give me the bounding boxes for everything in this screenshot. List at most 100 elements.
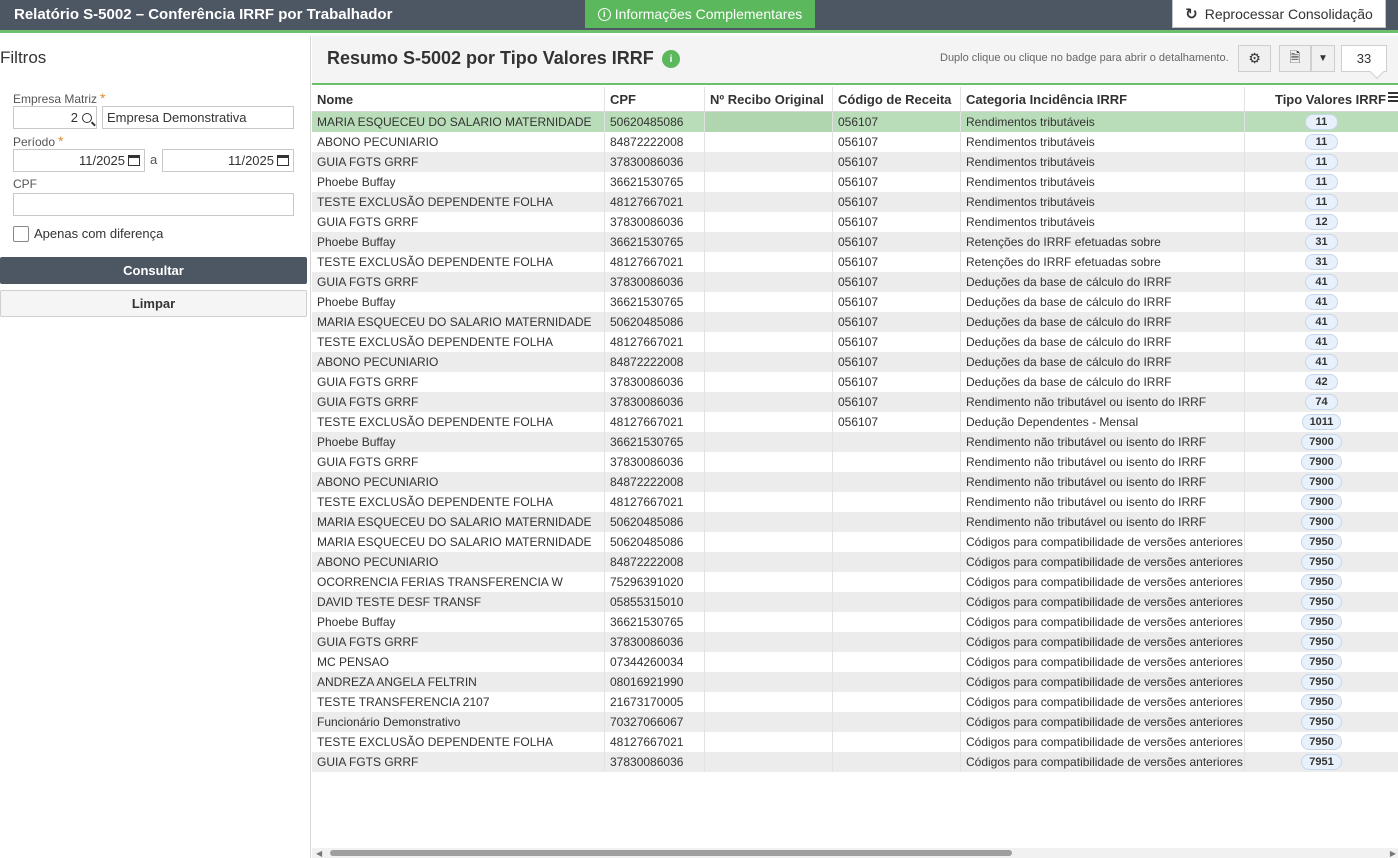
table-row[interactable]: Phoebe Buffay 36621530765 056107 Retenções … (312, 232, 1398, 252)
cell-nome: GUIA FGTS GRRF (312, 152, 605, 172)
table-row[interactable]: TESTE EXCLUSÃO DEPENDENTE FOLHA 481276670… (312, 252, 1398, 272)
col-header-cpf[interactable]: CPF (605, 87, 705, 111)
tipo-badge[interactable]: 7900 (1301, 454, 1342, 470)
tipo-badge[interactable]: 7950 (1301, 654, 1342, 670)
table-row[interactable]: OCORRENCIA FERIAS TRANSFERENCIA W 7529639… (312, 572, 1398, 592)
tipo-badge[interactable]: 41 (1305, 314, 1338, 330)
consult-button[interactable]: Consultar (0, 257, 307, 284)
tipo-badge[interactable]: 42 (1305, 374, 1338, 390)
scroll-left-icon[interactable]: ◀ (316, 849, 322, 858)
table-row[interactable]: GUIA FGTS GRRF 37830086036 056107 Rendiment… (312, 152, 1398, 172)
tipo-badge[interactable]: 7950 (1301, 674, 1342, 690)
tipo-badge[interactable]: 41 (1305, 334, 1338, 350)
col-header-nome[interactable]: Nome (312, 87, 605, 111)
table-row[interactable]: MARIA ESQUECEU DO SALARIO MATERNIDADE 506… (312, 512, 1398, 532)
tipo-badge[interactable]: 7950 (1301, 594, 1342, 610)
table-row[interactable]: MC PENSAO 07344260034 Códigos para compati… (312, 652, 1398, 672)
tipo-badge[interactable]: 7951 (1301, 754, 1342, 770)
periodo-from-input[interactable]: 11/2025 (13, 149, 145, 172)
scrollbar-thumb[interactable] (330, 850, 1012, 856)
tipo-badge[interactable]: 7950 (1301, 534, 1342, 550)
calendar-icon[interactable] (277, 155, 289, 166)
tipo-badge[interactable]: 41 (1305, 294, 1338, 310)
col-header-categoria[interactable]: Categoria Incidência IRRF (961, 87, 1245, 111)
table-row[interactable]: TESTE EXCLUSÃO DEPENDENTE FOLHA 481276670… (312, 332, 1398, 352)
table-row[interactable]: ANDREZA ANGELA FELTRIN 08016921990 Códigos… (312, 672, 1398, 692)
cell-cpf: 48127667021 (605, 332, 705, 352)
tipo-badge[interactable]: 11 (1305, 174, 1338, 190)
table-row[interactable]: GUIA FGTS GRRF 37830086036 056107 Rendiment… (312, 212, 1398, 232)
table-row[interactable]: TESTE EXCLUSÃO DEPENDENTE FOLHA 481276670… (312, 732, 1398, 752)
table-row[interactable]: Phoebe Buffay 36621530765 Códigos para com… (312, 612, 1398, 632)
tipo-badge[interactable]: 74 (1305, 394, 1338, 410)
tipo-badge[interactable]: 41 (1305, 354, 1338, 370)
calendar-icon[interactable] (128, 155, 140, 166)
tipo-badge[interactable]: 11 (1305, 194, 1338, 210)
tipo-badge[interactable]: 31 (1305, 254, 1338, 270)
only-diff-checkbox[interactable] (13, 226, 29, 242)
tipo-badge[interactable]: 7900 (1301, 514, 1342, 530)
table-row[interactable]: TESTE EXCLUSÃO DEPENDENTE FOLHA 481276670… (312, 192, 1398, 212)
cell-nome: TESTE EXCLUSÃO DEPENDENTE FOLHA (312, 412, 605, 432)
table-row[interactable]: ABONO PECUNIARIO 84872222008 056107 Rendime… (312, 132, 1398, 152)
tipo-badge[interactable]: 31 (1305, 234, 1338, 250)
cpf-input[interactable] (13, 193, 294, 216)
table-row[interactable]: TESTE EXCLUSÃO DEPENDENTE FOLHA 481276670… (312, 492, 1398, 512)
table-row[interactable]: MARIA ESQUECEU DO SALARIO MATERNIDADE 506… (312, 112, 1398, 132)
clear-button[interactable]: Limpar (0, 290, 307, 317)
table-row[interactable]: GUIA FGTS GRRF 37830086036 056107 Rendiment… (312, 392, 1398, 412)
tipo-badge[interactable]: 7950 (1301, 634, 1342, 650)
table-row[interactable]: GUIA FGTS GRRF 37830086036 Códigos para co… (312, 632, 1398, 652)
hamburger-menu-icon[interactable] (1388, 92, 1398, 104)
table-row[interactable]: TESTE EXCLUSÃO DEPENDENTE FOLHA 481276670… (312, 412, 1398, 432)
tipo-badge[interactable]: 11 (1305, 114, 1338, 130)
info-complementares-button[interactable]: i Informações Complementares (585, 0, 815, 28)
tipo-badge[interactable]: 41 (1305, 274, 1338, 290)
export-dropdown-button[interactable]: ▼ (1311, 45, 1335, 72)
export-button[interactable]: 🗎 (1279, 45, 1311, 72)
tipo-badge[interactable]: 7950 (1301, 554, 1342, 570)
periodo-to-input[interactable]: 11/2025 (162, 149, 294, 172)
table-row[interactable]: DAVID TESTE DESF TRANSF 05855315010 Código… (312, 592, 1398, 612)
tipo-badge[interactable]: 7950 (1301, 734, 1342, 750)
tipo-badge[interactable]: 7900 (1301, 474, 1342, 490)
table-row[interactable]: Phoebe Buffay 36621530765 Rendimento não t… (312, 432, 1398, 452)
table-row[interactable]: ABONO PECUNIARIO 84872222008 Rendimento nã… (312, 472, 1398, 492)
col-header-tipo[interactable]: Tipo Valores IRRF (1245, 87, 1398, 111)
table-row[interactable]: MARIA ESQUECEU DO SALARIO MATERNIDADE 506… (312, 532, 1398, 552)
cell-tipo: 41 (1245, 352, 1398, 372)
tipo-badge[interactable]: 1011 (1301, 414, 1342, 430)
settings-button[interactable]: ⚙ (1238, 45, 1271, 72)
table-row[interactable]: Funcionário Demonstrativo 70327066067 Códi… (312, 712, 1398, 732)
col-header-recibo[interactable]: Nº Recibo Original (705, 87, 833, 111)
tipo-badge[interactable]: 7900 (1301, 494, 1342, 510)
table-row[interactable]: MARIA ESQUECEU DO SALARIO MATERNIDADE 506… (312, 312, 1398, 332)
only-diff-label: Apenas com diferença (34, 226, 164, 241)
col-header-codigo[interactable]: Código de Receita (833, 87, 961, 111)
horizontal-scrollbar[interactable]: ◀ ▶ (312, 848, 1398, 858)
cell-cpf: 84872222008 (605, 352, 705, 372)
tipo-badge[interactable]: 7950 (1301, 694, 1342, 710)
cell-recibo (705, 532, 833, 552)
empresa-code-input[interactable]: 2 (13, 106, 97, 129)
info-badge-icon[interactable]: i (662, 50, 680, 68)
tipo-badge[interactable]: 12 (1305, 214, 1338, 230)
table-row[interactable]: GUIA FGTS GRRF 37830086036 Códigos para co… (312, 752, 1398, 772)
table-row[interactable]: GUIA FGTS GRRF 37830086036 Rendimento não … (312, 452, 1398, 472)
tipo-badge[interactable]: 7950 (1301, 574, 1342, 590)
tipo-badge[interactable]: 11 (1305, 134, 1338, 150)
table-row[interactable]: TESTE TRANSFERENCIA 2107 21673170005 Códig… (312, 692, 1398, 712)
tipo-badge[interactable]: 7950 (1301, 614, 1342, 630)
tipo-badge[interactable]: 11 (1305, 154, 1338, 170)
scroll-right-icon[interactable]: ▶ (1390, 849, 1396, 858)
tipo-badge[interactable]: 7950 (1301, 714, 1342, 730)
table-row[interactable]: GUIA FGTS GRRF 37830086036 056107 Deduções … (312, 372, 1398, 392)
table-row[interactable]: Phoebe Buffay 36621530765 056107 Deduções d… (312, 292, 1398, 312)
tipo-badge[interactable]: 7900 (1301, 434, 1342, 450)
search-icon[interactable] (82, 112, 92, 123)
table-row[interactable]: GUIA FGTS GRRF 37830086036 056107 Deduções … (312, 272, 1398, 292)
table-row[interactable]: ABONO PECUNIARIO 84872222008 Códigos para … (312, 552, 1398, 572)
table-row[interactable]: ABONO PECUNIARIO 84872222008 056107 Deduçõe… (312, 352, 1398, 372)
table-row[interactable]: Phoebe Buffay 36621530765 056107 Rendimento… (312, 172, 1398, 192)
reprocess-button[interactable]: ↻ Reprocessar Consolidação (1172, 0, 1386, 28)
